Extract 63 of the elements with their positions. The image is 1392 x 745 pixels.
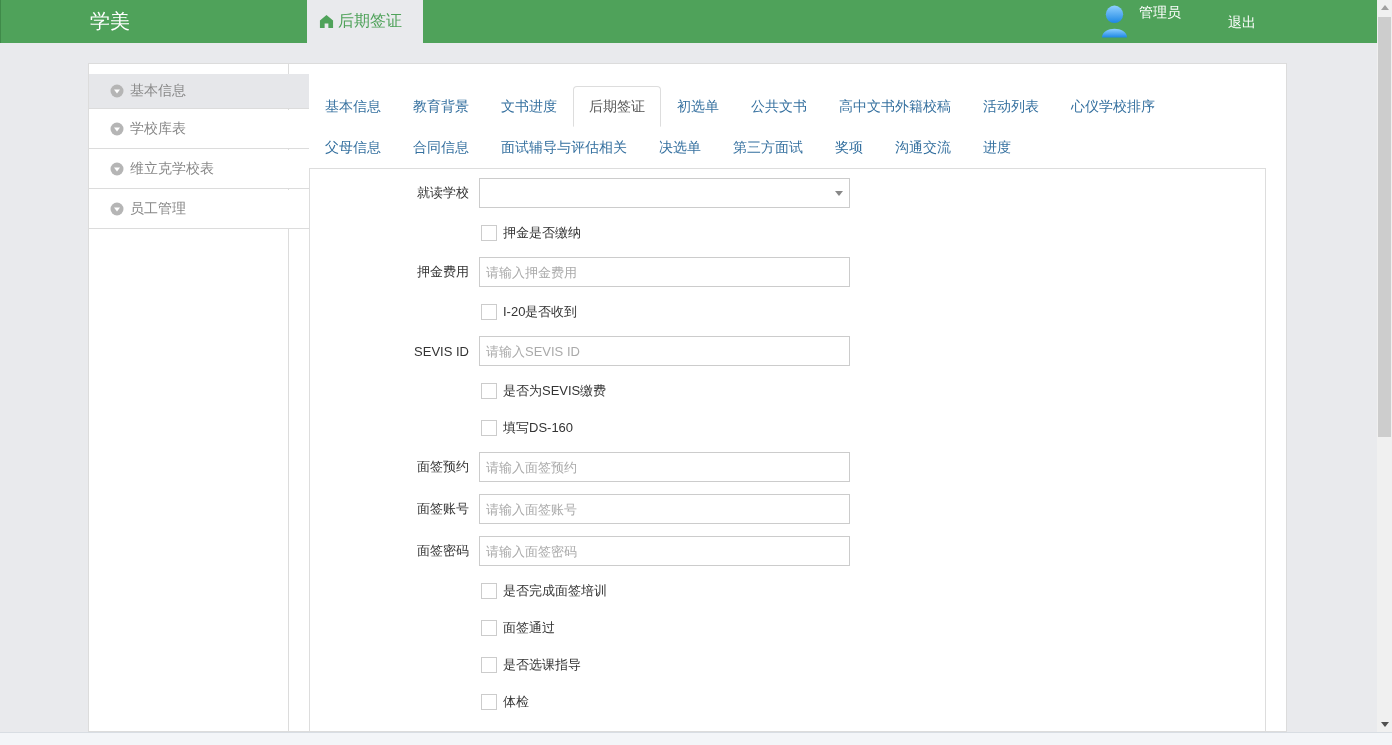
checkbox[interactable] bbox=[481, 303, 497, 320]
school-select[interactable] bbox=[479, 178, 850, 208]
scrollbar[interactable] bbox=[1377, 0, 1392, 732]
scrollbar-thumb[interactable] bbox=[1378, 17, 1391, 437]
tab[interactable]: 公共文书 bbox=[735, 86, 823, 127]
checkbox[interactable] bbox=[481, 693, 497, 710]
checkbox[interactable] bbox=[481, 582, 497, 599]
checkbox-label: 是否为SEVIS缴费 bbox=[503, 381, 607, 400]
tab[interactable]: 初选单 bbox=[661, 86, 735, 127]
sidebar-item[interactable]: 学校库表 bbox=[89, 110, 309, 149]
field-label: 面签预约 bbox=[416, 458, 470, 476]
checkbox-label: 填写DS-160 bbox=[503, 418, 574, 437]
tab[interactable]: 决选单 bbox=[643, 127, 717, 168]
checkbox-label: I-20是否收到 bbox=[503, 302, 578, 321]
caret-icon bbox=[835, 190, 843, 196]
tab[interactable]: 进度 bbox=[967, 127, 1027, 168]
input-field[interactable]: 请输入押金费用 bbox=[479, 257, 850, 287]
checkbox-label: 是否完成面签培训 bbox=[503, 581, 607, 600]
user-name: 管理员 bbox=[1139, 3, 1181, 22]
checkbox-label: 体检 bbox=[503, 692, 529, 711]
checkbox-label: 是否选课指导 bbox=[503, 655, 581, 674]
checkbox[interactable] bbox=[481, 224, 497, 241]
tab[interactable]: 基本信息 bbox=[309, 86, 397, 127]
logout-link[interactable]: 退出 bbox=[1228, 0, 1256, 32]
checkbox[interactable] bbox=[481, 382, 497, 399]
caret-circle-icon bbox=[110, 84, 124, 98]
input-field[interactable]: 请输入面签预约 bbox=[479, 452, 850, 482]
tab[interactable]: 父母信息 bbox=[309, 127, 397, 168]
checkbox-label: 押金是否缴纳 bbox=[503, 223, 581, 242]
input-field[interactable]: 请输入SEVIS ID bbox=[479, 336, 850, 366]
checkbox-label: 面签通过 bbox=[503, 618, 555, 637]
tab[interactable]: 文书进度 bbox=[485, 86, 573, 127]
caret-circle-icon bbox=[110, 202, 124, 216]
tab[interactable]: 心仪学校排序 bbox=[1055, 86, 1171, 127]
field-label: SEVIS ID bbox=[413, 343, 470, 359]
sidebar-item[interactable]: 基本信息 bbox=[89, 74, 309, 109]
tab[interactable]: 教育背景 bbox=[397, 86, 485, 127]
scroll-down-icon[interactable] bbox=[1380, 722, 1389, 727]
caret-circle-icon bbox=[110, 162, 124, 176]
checkbox[interactable] bbox=[481, 419, 497, 436]
caret-circle-icon bbox=[110, 122, 124, 136]
sidebar-item[interactable]: 维立克学校表 bbox=[89, 150, 309, 189]
home-icon bbox=[319, 14, 334, 29]
checkbox[interactable] bbox=[481, 619, 497, 636]
field-label: 就读学校 bbox=[416, 184, 470, 202]
input-field[interactable]: 请输入面签账号 bbox=[479, 494, 850, 524]
field-label: 押金费用 bbox=[416, 263, 470, 281]
tab[interactable]: 后期签证 bbox=[573, 86, 661, 127]
user-avatar-icon bbox=[1101, 3, 1128, 40]
checkbox[interactable] bbox=[481, 656, 497, 673]
tab[interactable]: 第三方面试 bbox=[717, 127, 819, 168]
field-label: 面签密码 bbox=[416, 542, 470, 560]
tab[interactable]: 面试辅导与评估相关 bbox=[485, 127, 643, 168]
input-field[interactable]: 请输入面签密码 bbox=[479, 536, 850, 566]
tab[interactable]: 沟通交流 bbox=[879, 127, 967, 168]
tab[interactable]: 奖项 bbox=[819, 127, 879, 168]
tab[interactable]: 合同信息 bbox=[397, 127, 485, 168]
tab[interactable]: 活动列表 bbox=[967, 86, 1055, 127]
scroll-up-icon[interactable] bbox=[1380, 5, 1389, 10]
field-label: 面签账号 bbox=[416, 500, 470, 518]
logo-text: 学美 bbox=[89, 9, 131, 34]
tab[interactable]: 高中文书外籍校稿 bbox=[823, 86, 967, 127]
sidebar-item[interactable]: 员工管理 bbox=[89, 190, 309, 229]
